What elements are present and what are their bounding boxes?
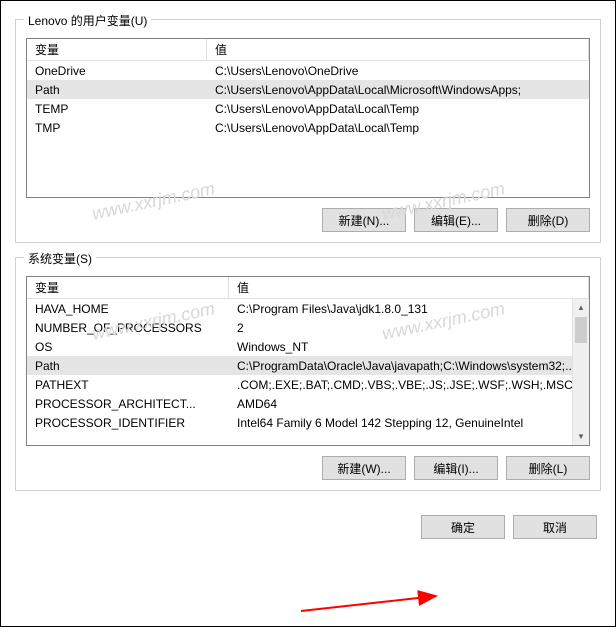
table-row[interactable]: TMPC:\Users\Lenovo\AppData\Local\Temp xyxy=(27,118,589,137)
table-row[interactable]: OneDriveC:\Users\Lenovo\OneDrive xyxy=(27,61,589,80)
var-name-cell: PROCESSOR_ARCHITECT... xyxy=(27,396,229,412)
table-row[interactable]: HAVA_HOMEC:\Program Files\Java\jdk1.8.0_… xyxy=(27,299,589,318)
scroll-thumb[interactable] xyxy=(575,317,587,343)
var-value-cell: Windows_NT xyxy=(229,339,589,355)
var-value-cell: .COM;.EXE;.BAT;.CMD;.VBS;.VBE;.JS;.JSE;.… xyxy=(229,377,589,393)
col-header-name[interactable]: 变量 xyxy=(27,38,207,61)
user-delete-button[interactable]: 删除(D) xyxy=(506,208,590,232)
system-edit-button[interactable]: 编辑(I)... xyxy=(414,456,498,480)
scroll-up-icon[interactable]: ▲ xyxy=(573,299,589,316)
var-value-cell: Intel64 Family 6 Model 142 Stepping 12, … xyxy=(229,415,589,431)
var-name-cell: OneDrive xyxy=(27,63,207,79)
var-name-cell: TEMP xyxy=(27,101,207,117)
user-vars-listview[interactable]: 变量 值 OneDriveC:\Users\Lenovo\OneDrivePat… xyxy=(26,38,590,198)
dialog-buttons: 确定 取消 xyxy=(15,505,601,543)
cancel-button[interactable]: 取消 xyxy=(513,515,597,539)
user-vars-header: 变量 值 xyxy=(27,39,589,61)
annotation-arrow-icon xyxy=(296,566,456,616)
system-new-button[interactable]: 新建(W)... xyxy=(322,456,406,480)
system-variables-group: 系统变量(S) 变量 值 HAVA_HOMEC:\Program Files\J… xyxy=(15,257,601,491)
user-variables-group: Lenovo 的用户变量(U) 变量 值 OneDriveC:\Users\Le… xyxy=(15,19,601,243)
table-row[interactable]: PROCESSOR_ARCHITECT...AMD64 xyxy=(27,394,589,413)
user-vars-buttons: 新建(N)... 编辑(E)... 删除(D) xyxy=(26,208,590,232)
ok-button[interactable]: 确定 xyxy=(421,515,505,539)
var-name-cell: Path xyxy=(27,82,207,98)
system-vars-listview[interactable]: 变量 值 HAVA_HOMEC:\Program Files\Java\jdk1… xyxy=(26,276,590,446)
var-name-cell: HAVA_HOME xyxy=(27,301,229,317)
table-row[interactable]: PATHEXT.COM;.EXE;.BAT;.CMD;.VBS;.VBE;.JS… xyxy=(27,375,589,394)
system-vars-title: 系统变量(S) xyxy=(24,250,96,267)
system-vars-buttons: 新建(W)... 编辑(I)... 删除(L) xyxy=(26,456,590,480)
user-vars-title: Lenovo 的用户变量(U) xyxy=(24,12,151,29)
table-row[interactable]: PathC:\ProgramData\Oracle\Java\javapath;… xyxy=(27,356,589,375)
col-header-name[interactable]: 变量 xyxy=(27,276,229,299)
var-name-cell: OS xyxy=(27,339,229,355)
var-value-cell: C:\Users\Lenovo\AppData\Local\Microsoft\… xyxy=(207,82,589,98)
var-name-cell: PROCESSOR_IDENTIFIER xyxy=(27,415,229,431)
user-edit-button[interactable]: 编辑(E)... xyxy=(414,208,498,232)
table-row[interactable]: OSWindows_NT xyxy=(27,337,589,356)
var-value-cell: C:\Users\Lenovo\OneDrive xyxy=(207,63,589,79)
table-row[interactable]: NUMBER_OF_PROCESSORS2 xyxy=(27,318,589,337)
var-value-cell: AMD64 xyxy=(229,396,589,412)
var-value-cell: C:\Program Files\Java\jdk1.8.0_131 xyxy=(229,301,589,317)
scroll-down-icon[interactable]: ▼ xyxy=(573,428,589,445)
col-header-value[interactable]: 值 xyxy=(229,276,589,299)
var-name-cell: PATHEXT xyxy=(27,377,229,393)
var-name-cell: NUMBER_OF_PROCESSORS xyxy=(27,320,229,336)
var-value-cell: C:\Users\Lenovo\AppData\Local\Temp xyxy=(207,120,589,136)
table-row[interactable]: PROCESSOR_IDENTIFIERIntel64 Family 6 Mod… xyxy=(27,413,589,432)
var-name-cell: TMP xyxy=(27,120,207,136)
system-scrollbar[interactable]: ▲ ▼ xyxy=(572,299,589,445)
system-delete-button[interactable]: 删除(L) xyxy=(506,456,590,480)
var-name-cell: Path xyxy=(27,358,229,374)
user-new-button[interactable]: 新建(N)... xyxy=(322,208,406,232)
system-vars-header: 变量 值 xyxy=(27,277,589,299)
var-value-cell: 2 xyxy=(229,320,589,336)
var-value-cell: C:\Users\Lenovo\AppData\Local\Temp xyxy=(207,101,589,117)
table-row[interactable]: PathC:\Users\Lenovo\AppData\Local\Micros… xyxy=(27,80,589,99)
var-value-cell: C:\ProgramData\Oracle\Java\javapath;C:\W… xyxy=(229,358,589,374)
col-header-value[interactable]: 值 xyxy=(207,38,589,61)
table-row[interactable]: TEMPC:\Users\Lenovo\AppData\Local\Temp xyxy=(27,99,589,118)
